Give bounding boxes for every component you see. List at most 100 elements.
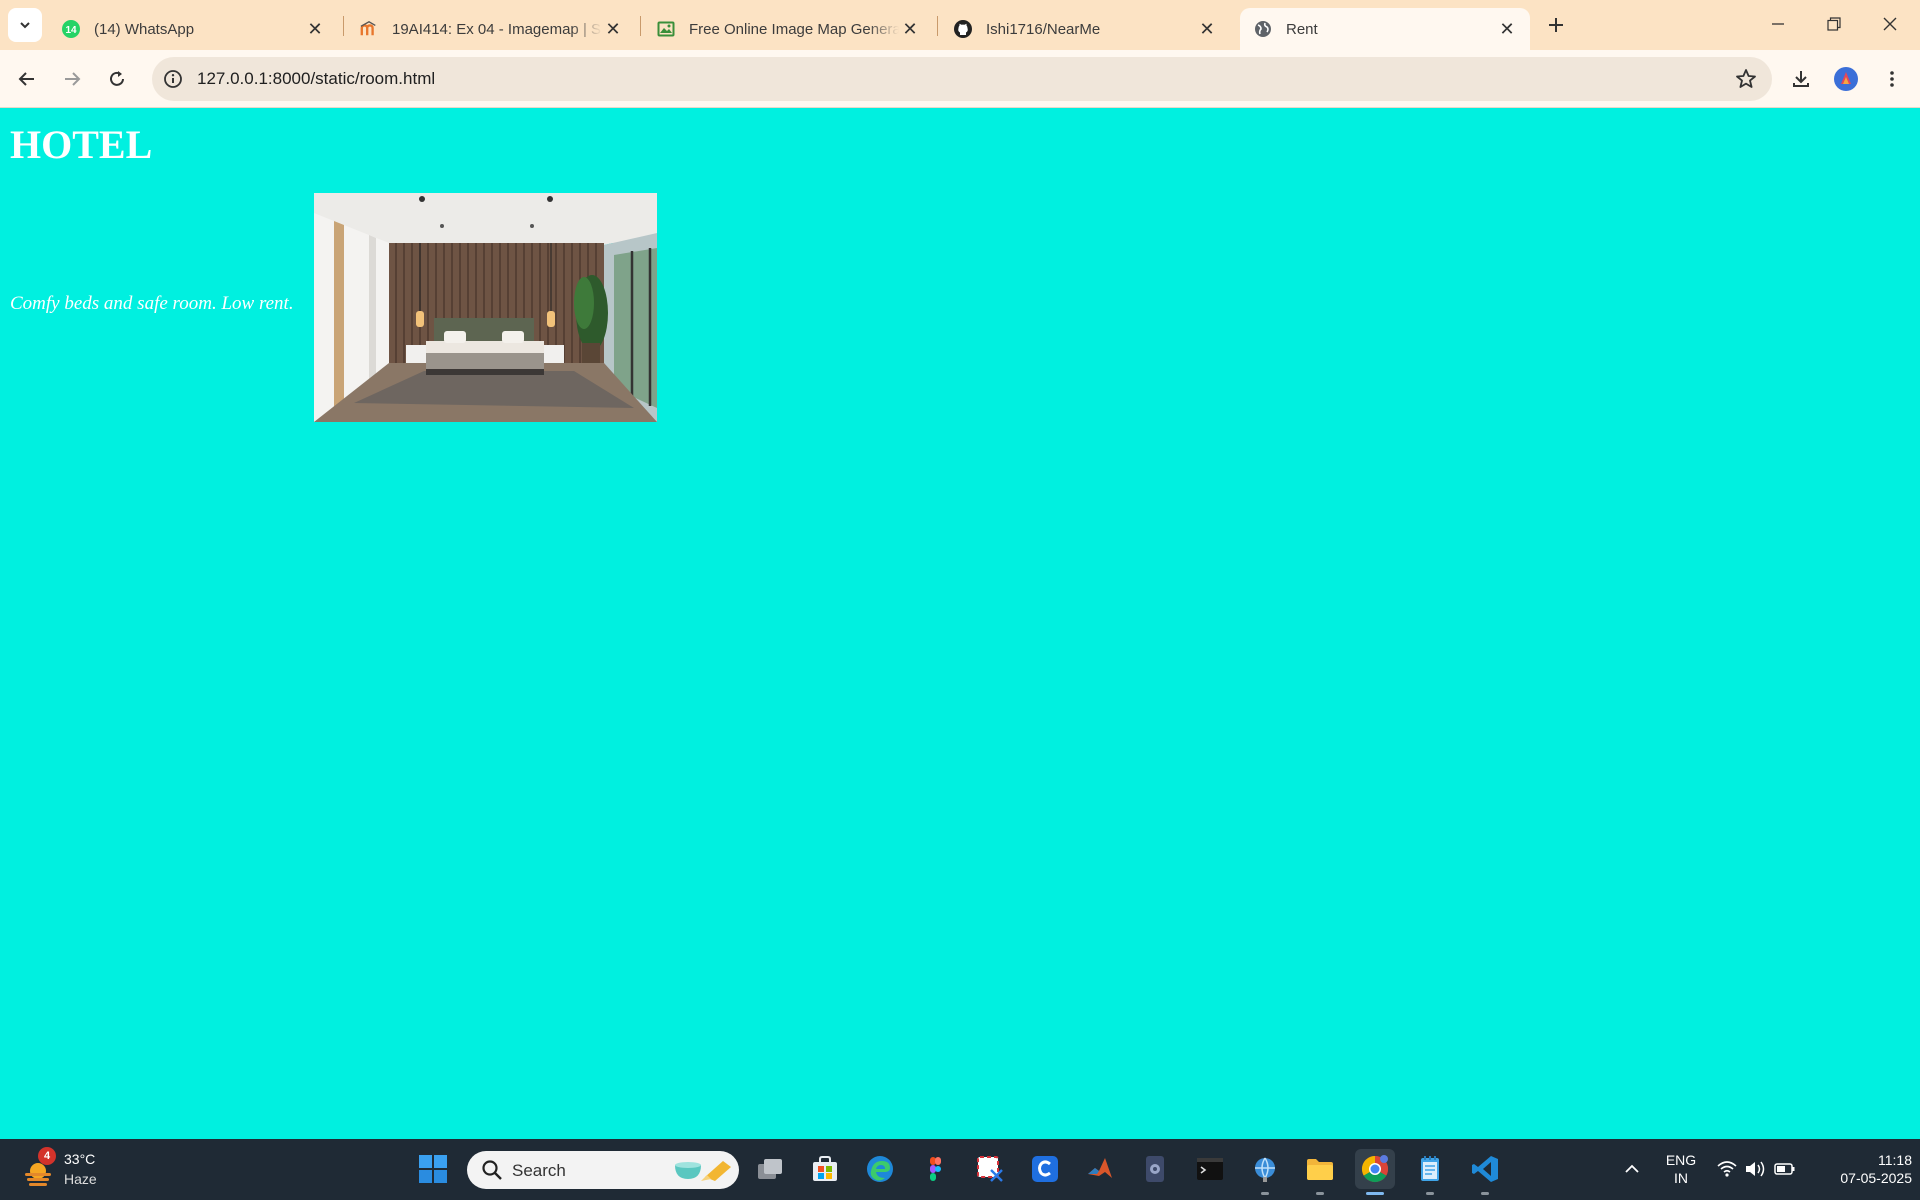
info-icon[interactable]	[162, 68, 184, 90]
chrome-button[interactable]	[1355, 1149, 1395, 1195]
close-icon[interactable]: ✕	[1196, 18, 1218, 40]
page-content: HOTEL Comfy beds and safe room. Low rent…	[0, 109, 1920, 1139]
tab-rent[interactable]: Rent ✕	[1240, 8, 1530, 50]
tab-github[interactable]: Ishi1716/NearMe ✕	[940, 8, 1230, 50]
tab-label: (14) WhatsApp	[94, 20, 195, 38]
app-icon	[1146, 1156, 1164, 1182]
reload-icon	[110, 71, 124, 86]
tab-search-button[interactable]	[8, 8, 42, 42]
active-indicator	[1366, 1192, 1384, 1195]
globe-icon	[1254, 20, 1272, 38]
close-window-button[interactable]	[1862, 0, 1918, 48]
avatar	[1834, 67, 1858, 91]
canva-button[interactable]	[1025, 1149, 1065, 1189]
battery-icon	[1774, 1163, 1795, 1175]
tab-image-map-generator[interactable]: Free Online Image Map Generat ✕	[643, 8, 933, 50]
weather-widget[interactable]: 4 33°C Haze	[22, 1147, 112, 1193]
close-icon	[1883, 17, 1897, 31]
file-explorer-icon	[758, 1159, 782, 1179]
weather-temp: 33°C	[64, 1151, 96, 1167]
windows-icon	[419, 1155, 447, 1183]
volume-icon	[1746, 1161, 1765, 1177]
search-highlight-icon	[675, 1161, 731, 1181]
language-indicator[interactable]: ENG IN	[1660, 1151, 1702, 1187]
taskbar: 4 33°C Haze Search ENG IN 11:18 07-05-20…	[0, 1139, 1920, 1200]
arrow-left-icon	[18, 72, 34, 86]
language-code: ENG	[1665, 1152, 1697, 1168]
notepad-icon	[1421, 1156, 1439, 1181]
language-region: IN	[1674, 1170, 1688, 1186]
notification-badge: 4	[38, 1147, 56, 1165]
terminal-icon	[1197, 1158, 1223, 1180]
url-text[interactable]: 127.0.0.1:8000/static/room.html	[197, 69, 435, 89]
moodle-icon	[360, 20, 378, 38]
reload-button[interactable]	[99, 61, 135, 97]
chevron-up-icon	[1625, 1164, 1639, 1173]
weather-desc: Haze	[64, 1171, 97, 1187]
tab-moodle[interactable]: 19AI414: Ex 04 - Imagemap | SE ✕	[346, 8, 636, 50]
download-icon	[1793, 71, 1809, 87]
running-indicator	[1481, 1192, 1489, 1195]
profile-avatar[interactable]	[1828, 61, 1864, 97]
show-hidden-icons-button[interactable]	[1612, 1149, 1652, 1189]
file-explorer-button[interactable]	[1300, 1149, 1340, 1195]
figma-button[interactable]	[915, 1149, 955, 1189]
image-icon	[657, 20, 675, 38]
browser-toolbar: 127.0.0.1:8000/static/room.html	[0, 50, 1920, 108]
back-button[interactable]	[9, 61, 45, 97]
tab-divider	[937, 16, 938, 36]
microsoft-store-button[interactable]	[805, 1149, 845, 1189]
figma-icon	[930, 1157, 941, 1181]
clock[interactable]: 11:18 07-05-2025	[1808, 1151, 1912, 1187]
room-caption: Comfy beds and safe room. Low rent.	[10, 293, 294, 314]
system-status-button[interactable]	[1708, 1149, 1804, 1189]
page-title: HOTEL	[10, 122, 153, 167]
github-icon	[954, 20, 972, 38]
start-button[interactable]	[413, 1149, 453, 1189]
svg-text:14: 14	[65, 25, 77, 36]
network-icon	[1255, 1157, 1275, 1182]
task-view-button[interactable]	[750, 1149, 790, 1189]
microsoft-store-icon	[813, 1156, 837, 1181]
network-app-button[interactable]	[1245, 1149, 1285, 1195]
minimize-icon	[1772, 23, 1784, 25]
browser-menu-button[interactable]	[1874, 61, 1910, 97]
address-bar[interactable]: 127.0.0.1:8000/static/room.html	[152, 57, 1772, 101]
more-vertical-icon	[1890, 71, 1894, 87]
notepad-button[interactable]	[1410, 1149, 1450, 1195]
tab-label: 19AI414: Ex 04 - Imagemap | SE	[392, 20, 602, 38]
tab-label: Ishi1716/NearMe	[986, 20, 1101, 38]
tab-label: Free Online Image Map Generat	[689, 20, 899, 38]
tab-divider	[640, 16, 641, 36]
vscode-icon	[1472, 1156, 1498, 1182]
matlab-button[interactable]	[1080, 1149, 1120, 1189]
room-image[interactable]	[314, 193, 657, 422]
downloads-button[interactable]	[1783, 61, 1819, 97]
new-tab-button[interactable]	[1542, 11, 1570, 39]
search-label: Search	[512, 1161, 566, 1180]
running-indicator	[1316, 1192, 1324, 1195]
search-icon	[482, 1160, 502, 1180]
tab-whatsapp[interactable]: 14 (14) WhatsApp ✕	[48, 8, 338, 50]
edge-button[interactable]	[860, 1149, 900, 1189]
restore-icon	[1827, 17, 1841, 31]
matlab-icon	[1088, 1158, 1112, 1178]
bedroom-photo	[314, 193, 657, 422]
clock-time: 11:18	[1878, 1152, 1912, 1168]
terminal-button[interactable]	[1190, 1149, 1230, 1189]
forward-button[interactable]	[54, 61, 90, 97]
close-icon[interactable]: ✕	[602, 18, 624, 40]
close-icon[interactable]: ✕	[304, 18, 326, 40]
tab-divider	[343, 16, 344, 36]
star-icon[interactable]	[1734, 67, 1758, 91]
close-icon[interactable]: ✕	[1496, 18, 1518, 40]
restore-button[interactable]	[1806, 0, 1862, 48]
vscode-button[interactable]	[1465, 1149, 1505, 1195]
chrome-icon	[1361, 1155, 1389, 1183]
close-icon[interactable]: ✕	[899, 18, 921, 40]
taskbar-search[interactable]: Search	[467, 1151, 739, 1189]
snipping-tool-button[interactable]	[970, 1149, 1010, 1189]
tab-label: Rent	[1286, 20, 1318, 38]
minimize-button[interactable]	[1750, 0, 1806, 48]
app-button[interactable]	[1135, 1149, 1175, 1189]
